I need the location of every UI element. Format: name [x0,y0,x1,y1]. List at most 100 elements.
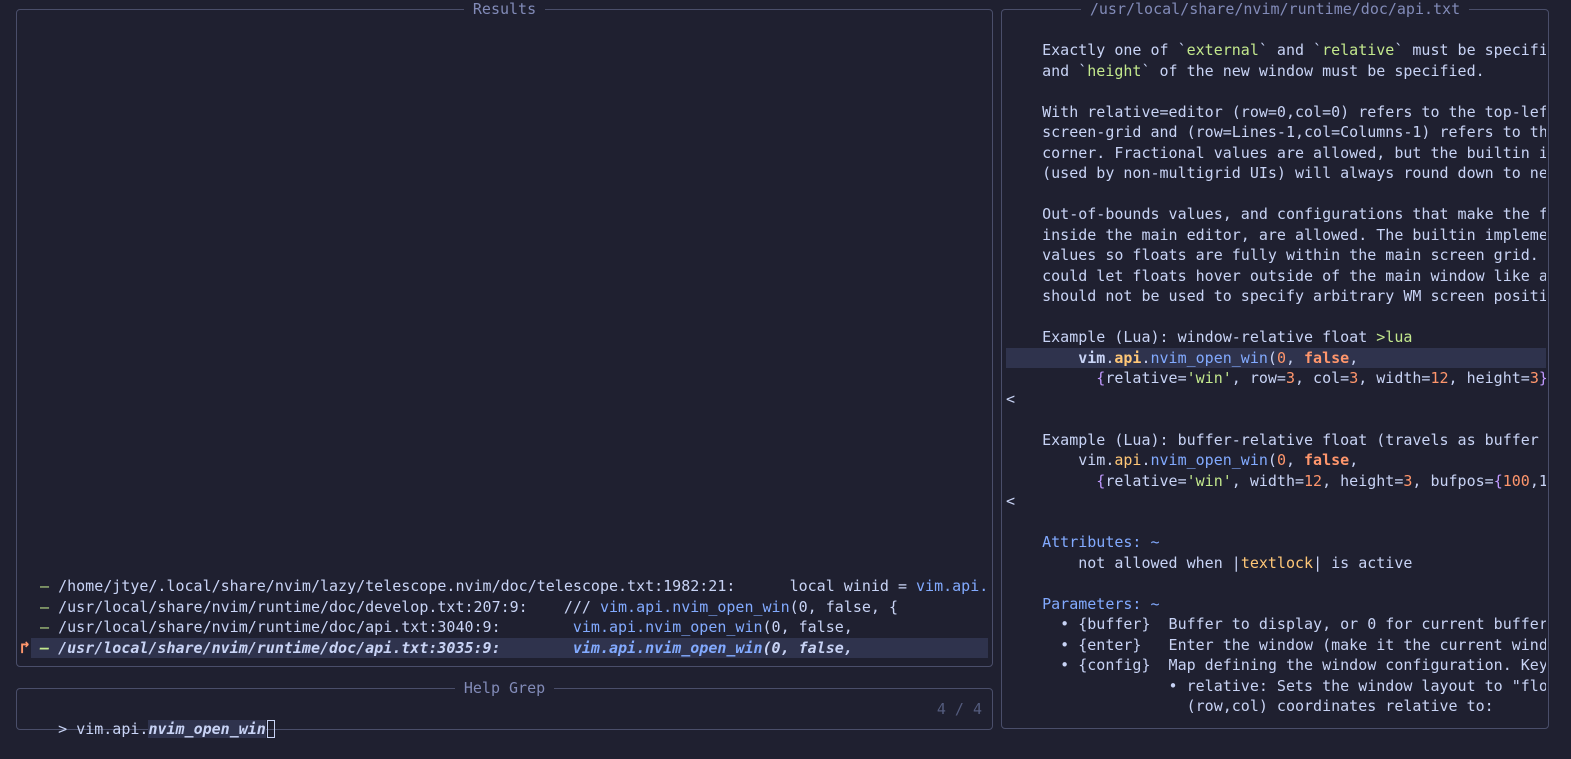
preview-text: | is active [1313,553,1413,572]
preview-text: • relative: Sets the window layout to "f… [1006,676,1546,695]
result-gap [528,598,564,616]
preview-text: 3 [1529,369,1539,387]
preview-line: could let floats hover outside of the ma… [1006,266,1546,287]
result-prefix: – [31,618,59,636]
text-cursor [266,720,275,738]
prompt-title: Help Grep [454,679,555,697]
preview-text: api [1114,451,1142,469]
preview-text: = [1177,369,1187,387]
preview-text: , [1285,348,1305,367]
preview-line: Out-of-bounds values, and configurations… [1006,204,1546,225]
results-title-bar: Results [17,0,992,19]
preview-line: Exactly one of `external` and `relative`… [1006,40,1546,61]
result-code-match: vim.api.nvim_open_win [599,597,790,616]
preview-line [1006,307,1546,328]
result-row[interactable]: – /usr/local/share/nvim/runtime/doc/api.… [31,637,988,658]
preview-text: >lua [1376,328,1413,346]
preview-text: false [1304,348,1350,367]
preview-line: Attributes: ~ [1006,532,1546,553]
preview-text: nvim_open_win [1150,348,1268,367]
preview-content[interactable]: Exactly one of `external` and ` relative `… [1006,40,1546,726]
preview-line: vim.api.nvim_open_win(0, false, [1006,450,1546,471]
result-gap [501,618,573,636]
preview-line: {relative='win', width=12, height=3, buf… [1006,471,1546,492]
preview-text: relative [1105,471,1178,490]
selection-arrow-icon: ↱ [20,637,31,658]
result-code-match: vim.api.n [916,577,988,595]
result-counter: 4 / 4 [936,700,982,718]
search-input[interactable]: > vim.api.nvim_open_win [22,699,275,738]
preview-line: should not be used to specify arbitrary … [1006,286,1546,307]
preview-line: screen-grid and (row=Lines-1,col=Columns… [1006,122,1546,143]
result-path: /usr/local/share/nvim/runtime/doc/api.tx… [58,618,501,636]
preview-text: , col= [1295,369,1350,387]
preview-text: api [1114,348,1142,367]
preview-line: not allowed when |textlock| is active [1006,553,1546,574]
preview-text: ( [1267,348,1277,367]
preview-line: Example (Lua): window-relative float >lu… [1006,327,1546,348]
result-code-rest: (0, false, [762,618,853,636]
result-row[interactable]: – /usr/local/share/nvim/runtime/doc/deve… [31,597,988,618]
preview-line: • relative: Sets the window layout to "f… [1006,676,1546,697]
preview-text: should not be used to specify arbitrary … [1006,287,1546,305]
results-panel: Results – /home/jtye/.local/share/nvim/l… [16,0,993,667]
preview-text: external [1186,41,1259,59]
result-code: /// [563,597,600,616]
preview-text: = [1177,471,1187,490]
preview-text: } [1539,369,1546,387]
preview-text: With relative=editor (row=0,col=0) refer… [1006,102,1546,121]
preview-line: (used by non-multigrid UIs) will always … [1006,163,1546,184]
preview-text: screen-grid and (row=Lines-1,col=Columns… [1006,123,1546,141]
preview-line [1006,573,1546,594]
preview-text: textlock [1240,553,1314,572]
preview-text: relative [1105,369,1178,387]
preview-text: , height= [1322,471,1404,490]
preview-text: , bufpos= [1412,471,1494,490]
result-prefix: – [31,597,59,616]
preview-line: inside the main editor, are allowed. The… [1006,225,1546,246]
preview-line: corner. Fractional values are allowed, b… [1006,143,1546,164]
preview-text: { [1006,369,1106,387]
result-path: /home/jtye/.local/share/nvim/lazy/telesc… [58,577,736,595]
preview-text: < [1006,389,1016,408]
preview-text: ` and ` [1258,41,1323,59]
preview-text: . [1141,348,1151,367]
preview-text: corner. Fractional values are allowed, b… [1006,143,1546,162]
preview-text: • {buffer} Buffer to display, or 0 for c… [1006,615,1546,633]
preview-text: , [1349,451,1359,469]
preview-text: , [1349,348,1359,367]
result-code-rest: (0, false, { [789,597,898,616]
preview-text: 3 [1285,369,1295,387]
preview-line: and `height` of the new window must be s… [1006,61,1546,82]
preview-text: { [1006,471,1106,490]
preview-text: vim [1006,451,1106,469]
preview-title-bar: /usr/local/share/nvim/runtime/doc/api.tx… [1002,0,1548,19]
preview-text: 0 [1276,348,1286,367]
preview-line: • {enter} Enter the window (make it the … [1006,635,1546,656]
preview-text: ` of the new window must be specified. [1141,61,1485,80]
preview-line: Parameters: ~ [1006,594,1546,615]
preview-text: false [1304,451,1350,469]
result-row[interactable]: – /home/jtye/.local/share/nvim/lazy/tele… [31,576,988,597]
preview-text: nvim_open_win [1150,451,1268,469]
result-code-rest: (0, false, [762,638,853,657]
preview-text: , row= [1231,369,1286,387]
preview-line [1006,184,1546,205]
preview-text: Exactly one of ` [1006,41,1187,59]
preview-line: Example (Lua): buffer-relative float (tr… [1006,430,1546,451]
preview-text: height [1087,61,1142,80]
preview-text: . [1141,451,1151,469]
preview-text: 'win' [1186,369,1232,387]
result-row[interactable]: – /usr/local/share/nvim/runtime/doc/api.… [31,617,988,638]
prompt-char: > [58,720,68,738]
preview-text: , height= [1448,369,1530,387]
preview-text: , width= [1358,369,1431,387]
prompt-title-bar: Help Grep [17,678,992,698]
preview-text: Attributes: ~ [1006,533,1160,551]
preview-text: values so floats are fully within the ma… [1006,246,1539,264]
result-path: /usr/local/share/nvim/runtime/doc/api.tx… [58,638,501,657]
preview-line: {relative='win', row=3, col=3, width=12,… [1006,368,1546,389]
preview-line: values so floats are fully within the ma… [1006,245,1546,266]
preview-line [1006,512,1546,533]
preview-text: 12 [1430,369,1449,387]
